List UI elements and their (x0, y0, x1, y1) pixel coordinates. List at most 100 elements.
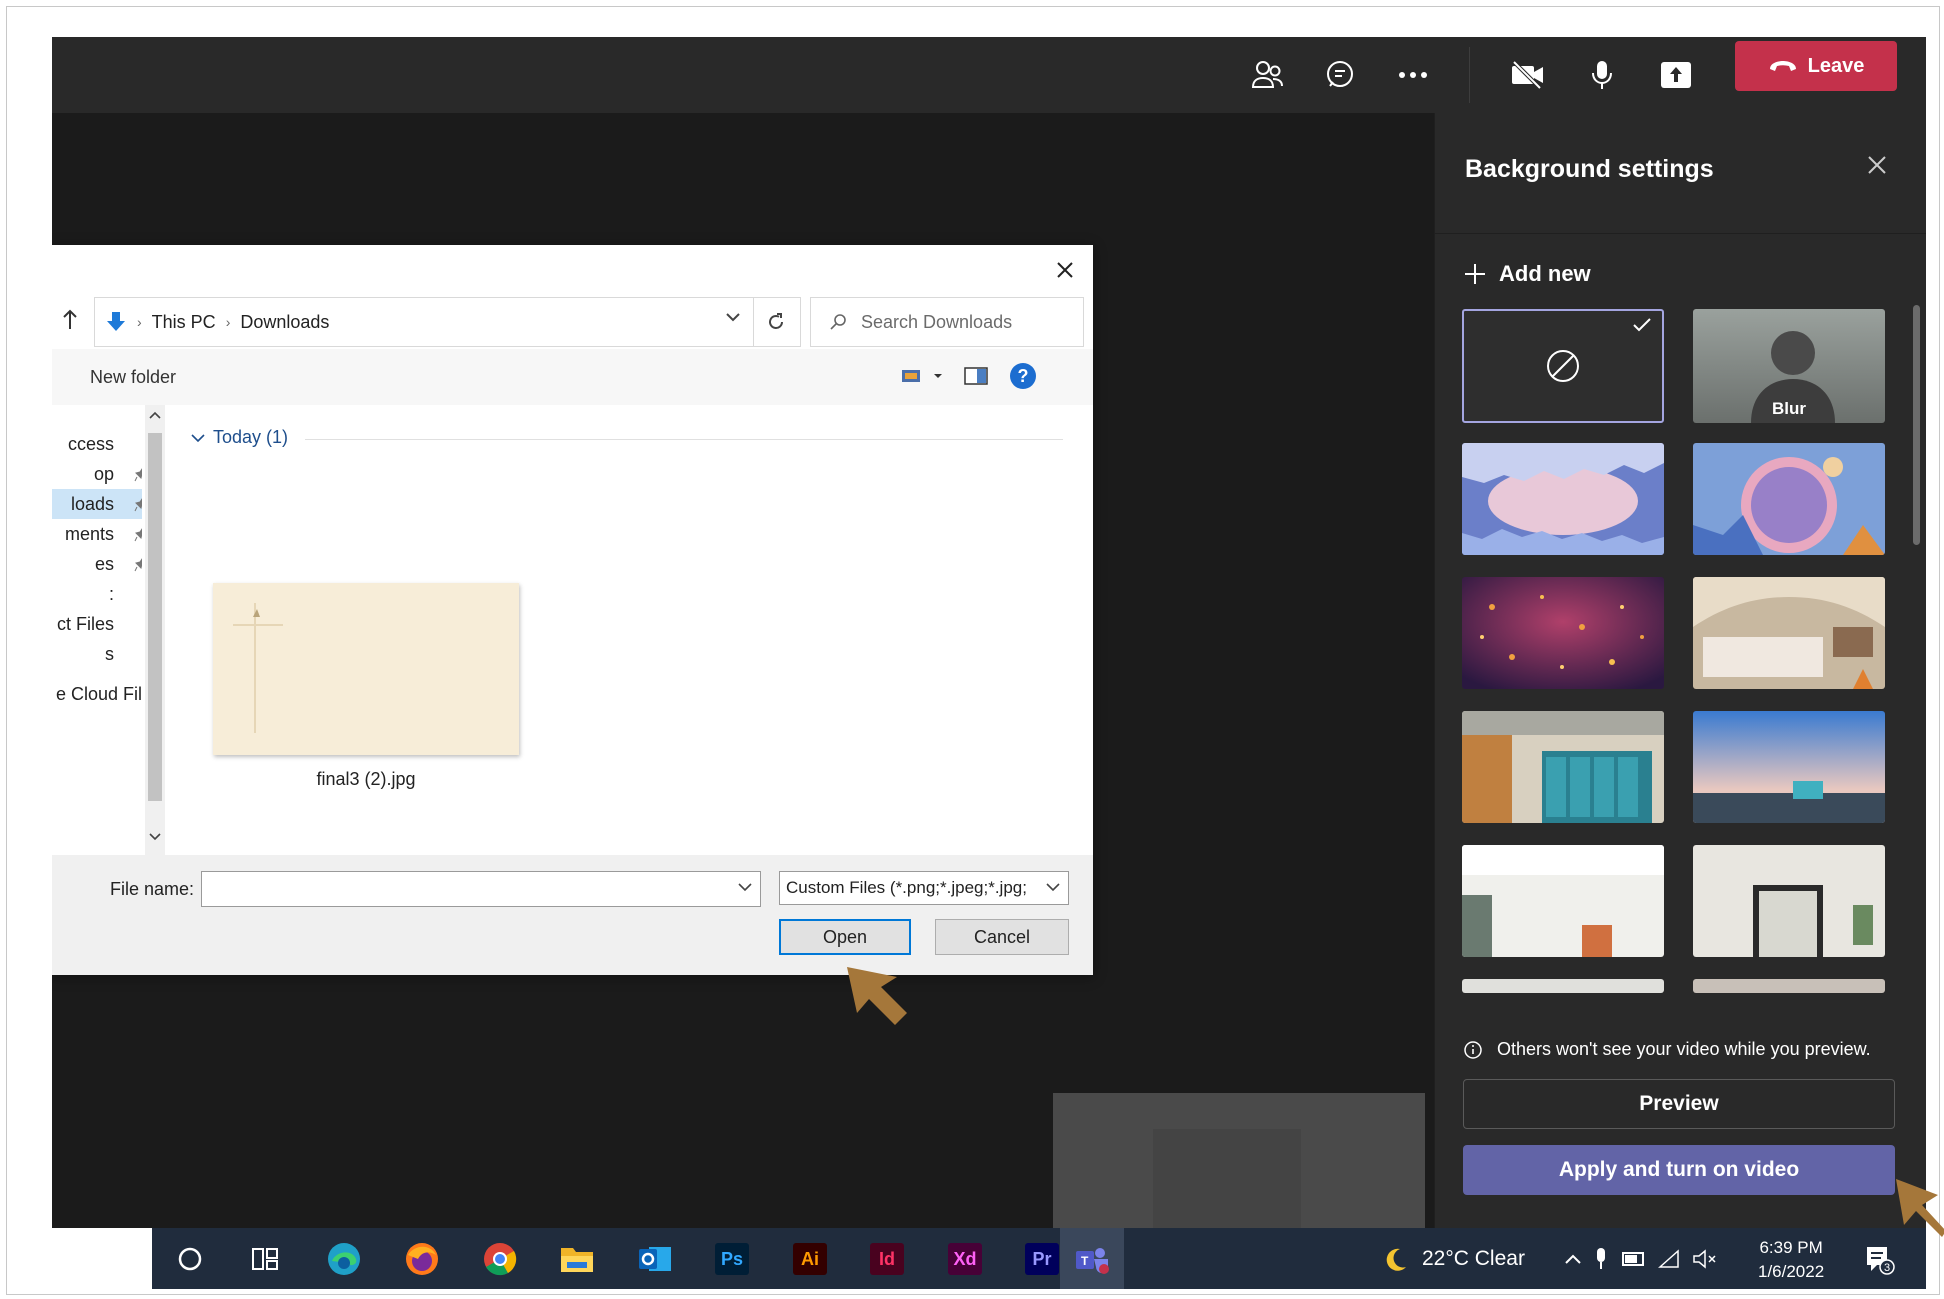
more-icon[interactable] (1387, 49, 1439, 101)
notifications-icon[interactable]: 3 (1859, 1240, 1899, 1278)
open-button[interactable]: Open (779, 919, 911, 955)
clock[interactable]: 6:39 PM 1/6/2022 (1758, 1236, 1824, 1284)
search-icon[interactable] (170, 1240, 210, 1278)
background-none-option[interactable] (1462, 309, 1664, 423)
background-white-room[interactable] (1462, 845, 1664, 957)
chrome-icon[interactable] (480, 1240, 520, 1278)
meeting-controls-bar: Leave (52, 37, 1926, 113)
leave-button[interactable]: Leave (1735, 41, 1897, 91)
photoshop-icon[interactable]: Ps (712, 1240, 752, 1278)
background-cozy-room[interactable] (1693, 577, 1885, 689)
nav-item-s[interactable]: s (52, 639, 142, 669)
chevron-down-icon[interactable] (725, 312, 741, 322)
refresh-button[interactable] (752, 297, 801, 347)
refresh-icon (769, 313, 783, 329)
search-icon (830, 314, 846, 330)
background-blur-option[interactable]: Blur (1693, 309, 1885, 423)
premiere-icon[interactable]: Pr (1022, 1240, 1062, 1278)
preview-button[interactable]: Preview (1463, 1079, 1895, 1129)
chevron-down-icon (191, 433, 205, 442)
outlook-icon[interactable] (635, 1240, 675, 1278)
hang-up-icon (1769, 61, 1796, 71)
no-background-icon (1547, 350, 1579, 382)
nav-item-project-files[interactable]: ct Files (52, 609, 142, 639)
chevron-down-icon[interactable] (738, 882, 752, 892)
camera-off-icon[interactable] (1502, 49, 1554, 101)
volume-muted-icon[interactable] (1692, 1248, 1718, 1269)
pin-icon (134, 496, 142, 517)
pin-icon (134, 526, 142, 547)
illustrator-icon[interactable]: Ai (790, 1240, 830, 1278)
open-file-dialog: › This PC › Downloads Search Downloads N… (52, 245, 1093, 975)
chevron-down-icon[interactable] (149, 833, 161, 841)
nav-item-documents[interactable]: ments (52, 519, 142, 549)
background-partial-1[interactable] (1462, 979, 1664, 993)
file-name-field-label: File name: (110, 879, 195, 899)
blur-label: Blur (1772, 399, 1806, 418)
file-name-label[interactable]: final3 (2).jpg (213, 769, 519, 790)
add-new-button[interactable]: Add new (1463, 261, 1591, 287)
pin-icon (134, 466, 142, 487)
chat-icon[interactable] (1314, 49, 1366, 101)
background-partial-2[interactable] (1693, 979, 1885, 993)
share-icon[interactable] (1650, 49, 1702, 101)
background-office[interactable] (1462, 711, 1664, 823)
breadcrumb-downloads[interactable]: Downloads (240, 312, 329, 333)
chevron-right-icon: › (225, 314, 231, 330)
nav-item-quick-access[interactable]: ccess (52, 429, 142, 459)
annotation-cursor-apply (1896, 1179, 1944, 1237)
address-bar[interactable]: › This PC › Downloads (94, 297, 754, 347)
new-folder-button[interactable]: New folder (90, 367, 176, 388)
chevron-up-icon[interactable] (149, 411, 161, 419)
nav-item-downloads[interactable]: loads (52, 489, 142, 519)
close-icon (1868, 156, 1886, 174)
weather-text: 22°C Clear (1422, 1246, 1525, 1270)
navigation-scrollbar[interactable] (145, 405, 165, 855)
notification-count: 3 (1884, 1262, 1890, 1274)
weather-widget[interactable]: 22°C Clear (1382, 1228, 1525, 1289)
background-beach[interactable] (1693, 711, 1885, 823)
wifi-icon[interactable] (1658, 1248, 1682, 1269)
dialog-close-button[interactable] (1048, 253, 1082, 287)
file-name-field[interactable] (201, 871, 761, 907)
group-header-today[interactable]: Today (1) (191, 427, 288, 448)
background-ice-cave[interactable] (1462, 443, 1664, 555)
file-explorer-icon[interactable] (557, 1240, 597, 1278)
microphone-icon[interactable] (1576, 49, 1628, 101)
help-icon[interactable]: ? (1010, 363, 1036, 389)
nav-item-cloud-files[interactable]: e Cloud File (52, 679, 142, 709)
nav-item-pictures[interactable]: es (52, 549, 142, 579)
file-thumbnail[interactable] (213, 583, 519, 755)
background-modern-room[interactable] (1693, 845, 1885, 957)
up-arrow-icon[interactable] (62, 309, 78, 336)
teams-icon[interactable]: T (1072, 1240, 1112, 1278)
preview-note: Others won't see your video while you pr… (1463, 1039, 1871, 1060)
breadcrumb-this-pc[interactable]: This PC (152, 312, 216, 333)
chevron-up-icon[interactable] (1564, 1253, 1582, 1265)
teams-meeting-window: Leave › This PC › Downloads Search Downl… (52, 37, 1926, 1289)
nav-item-drive[interactable]: : (52, 579, 142, 609)
background-confetti[interactable] (1462, 577, 1664, 689)
panel-close-button[interactable] (1857, 145, 1897, 185)
view-options-icon[interactable] (902, 368, 942, 384)
pin-icon (134, 556, 142, 577)
task-view-icon[interactable] (245, 1240, 285, 1278)
annotation-cursor-open (847, 967, 907, 1025)
panel-scrollbar[interactable] (1913, 305, 1920, 545)
microphone-icon[interactable] (1594, 1247, 1608, 1271)
moon-icon (1386, 1248, 1406, 1271)
search-input[interactable]: Search Downloads (810, 297, 1084, 347)
people-icon[interactable] (1242, 49, 1294, 101)
apply-and-turn-on-video-button[interactable]: Apply and turn on video (1463, 1145, 1895, 1195)
preview-pane-icon[interactable] (964, 367, 988, 385)
cancel-button[interactable]: Cancel (935, 919, 1069, 955)
indesign-icon[interactable]: Id (867, 1240, 907, 1278)
xd-icon[interactable]: Xd (945, 1240, 985, 1278)
toolbar-divider (1469, 47, 1470, 103)
battery-icon[interactable] (1622, 1251, 1646, 1266)
edge-icon[interactable] (324, 1240, 364, 1278)
background-purple-sky[interactable] (1693, 443, 1885, 555)
file-type-filter[interactable]: Custom Files (*.png;*.jpeg;*.jpg; (779, 871, 1069, 905)
firefox-icon[interactable] (402, 1240, 442, 1278)
nav-item-desktop[interactable]: op (52, 459, 142, 489)
